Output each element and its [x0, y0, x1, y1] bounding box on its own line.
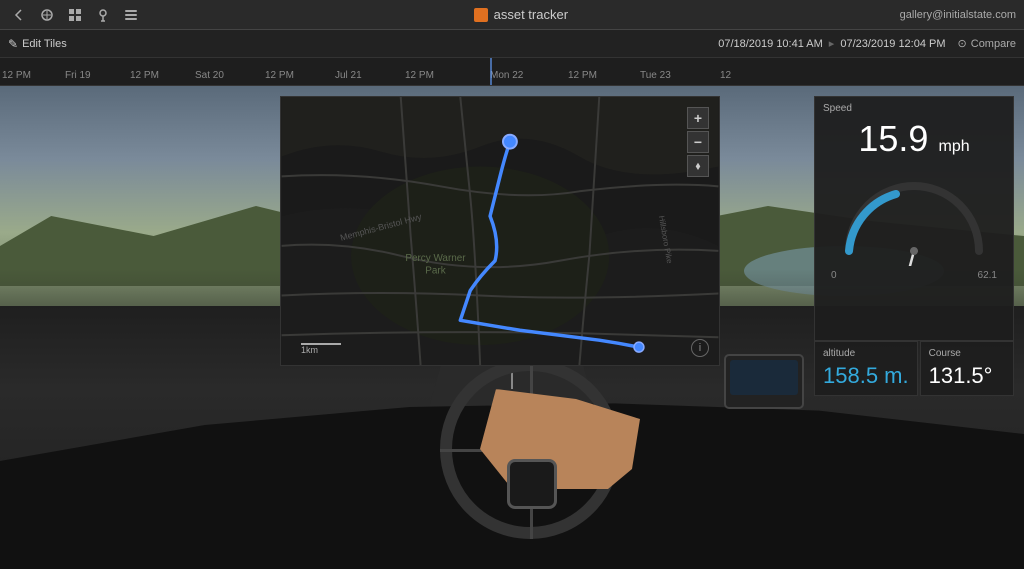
map-compass-button[interactable]: ⬧	[687, 155, 709, 177]
timeline-label-5: Jul 21	[335, 70, 362, 81]
app-title: asset tracker	[150, 7, 892, 22]
speed-unit: mph	[938, 138, 969, 155]
speed-number: 15.9	[858, 118, 928, 159]
main-content: Memphis-Bristol Hwy Percy Warner Park Hi…	[0, 86, 1024, 569]
gps-device	[724, 354, 804, 409]
gauge-svg	[834, 166, 994, 266]
svg-text:Percy Warner: Percy Warner	[405, 253, 466, 264]
map-background: Memphis-Bristol Hwy Percy Warner Park Hi…	[281, 97, 719, 365]
timeline-label-mon22: Mon 22	[490, 70, 523, 81]
course-label: Course	[929, 348, 1005, 359]
date-separator: ▸	[829, 37, 835, 50]
timeline[interactable]: 12 PM Fri 19 12 PM Sat 20 12 PM Jul 21 1…	[0, 58, 1024, 86]
waypoint-button[interactable]	[92, 4, 114, 26]
speed-gauge	[834, 166, 994, 266]
compare-label: Compare	[971, 38, 1016, 50]
map-zoom-out-button[interactable]: −	[687, 131, 709, 153]
timeline-label-0: 12 PM	[2, 70, 31, 81]
gps-screen	[730, 360, 798, 395]
course-panel: Course 131.5°	[920, 341, 1014, 396]
home-button[interactable]	[36, 4, 58, 26]
map-svg: Memphis-Bristol Hwy Percy Warner Park Hi…	[281, 97, 719, 365]
top-bar: asset tracker gallery@initialstate.com	[0, 0, 1024, 30]
speed-panel: Speed 15.9 mph 0 62.1	[814, 96, 1014, 341]
list-button[interactable]	[120, 4, 142, 26]
playhead	[490, 58, 492, 85]
date-end[interactable]: 07/23/2019 12:04 PM	[840, 38, 945, 50]
watch	[507, 459, 557, 509]
date-start[interactable]: 07/18/2019 10:41 AM	[718, 38, 823, 50]
back-button[interactable]	[8, 4, 30, 26]
toolbar: ✎ Edit Tiles 07/18/2019 10:41 AM ▸ 07/23…	[0, 30, 1024, 58]
course-value: 131.5°	[929, 363, 1005, 389]
map-info-button[interactable]: i	[691, 339, 709, 357]
timeline-label-9: 12	[720, 70, 731, 81]
compare-icon: ⊙	[958, 37, 967, 50]
grid-button[interactable]	[64, 4, 86, 26]
timeline-label-8: Tue 23	[640, 70, 671, 81]
pencil-icon: ✎	[8, 37, 18, 51]
scale-text: 1km	[301, 345, 318, 355]
timeline-label-3: Sat 20	[195, 70, 224, 81]
map-panel[interactable]: Memphis-Bristol Hwy Percy Warner Park Hi…	[280, 96, 720, 366]
timeline-label-7: 12 PM	[568, 70, 597, 81]
edit-tiles-label: Edit Tiles	[22, 38, 67, 50]
speed-value: 15.9 mph	[815, 116, 1013, 162]
gauge-min: 0	[831, 270, 837, 281]
timeline-label-2: 12 PM	[130, 70, 159, 81]
altitude-label: altitude	[823, 348, 909, 359]
user-email: gallery@initialstate.com	[900, 9, 1016, 21]
map-zoom-in-button[interactable]: +	[687, 107, 709, 129]
timeline-labels: 12 PM Fri 19 12 PM Sat 20 12 PM Jul 21 1…	[0, 58, 1024, 85]
svg-text:Park: Park	[425, 266, 445, 277]
map-controls: + − ⬧	[687, 107, 709, 177]
bottom-panels: altitude 158.5 m. Course 131.5°	[814, 341, 1014, 396]
gauge-max: 62.1	[978, 270, 997, 281]
speed-label: Speed	[815, 97, 1013, 116]
map-scale: 1km	[301, 343, 341, 355]
app-icon	[474, 8, 488, 22]
app-name-label: asset tracker	[494, 7, 568, 22]
altitude-value: 158.5 m.	[823, 363, 909, 389]
timeline-label-6: 12 PM	[405, 70, 434, 81]
edit-tiles-button[interactable]: ✎ Edit Tiles	[8, 37, 67, 51]
timeline-label-1: Fri 19	[65, 70, 91, 81]
compare-button[interactable]: ⊙ Compare	[958, 37, 1016, 50]
date-range: 07/18/2019 10:41 AM ▸ 07/23/2019 12:04 P…	[718, 37, 945, 50]
timeline-label-4: 12 PM	[265, 70, 294, 81]
gauge-min-max: 0 62.1	[815, 270, 1013, 281]
altitude-panel: altitude 158.5 m.	[814, 341, 918, 396]
